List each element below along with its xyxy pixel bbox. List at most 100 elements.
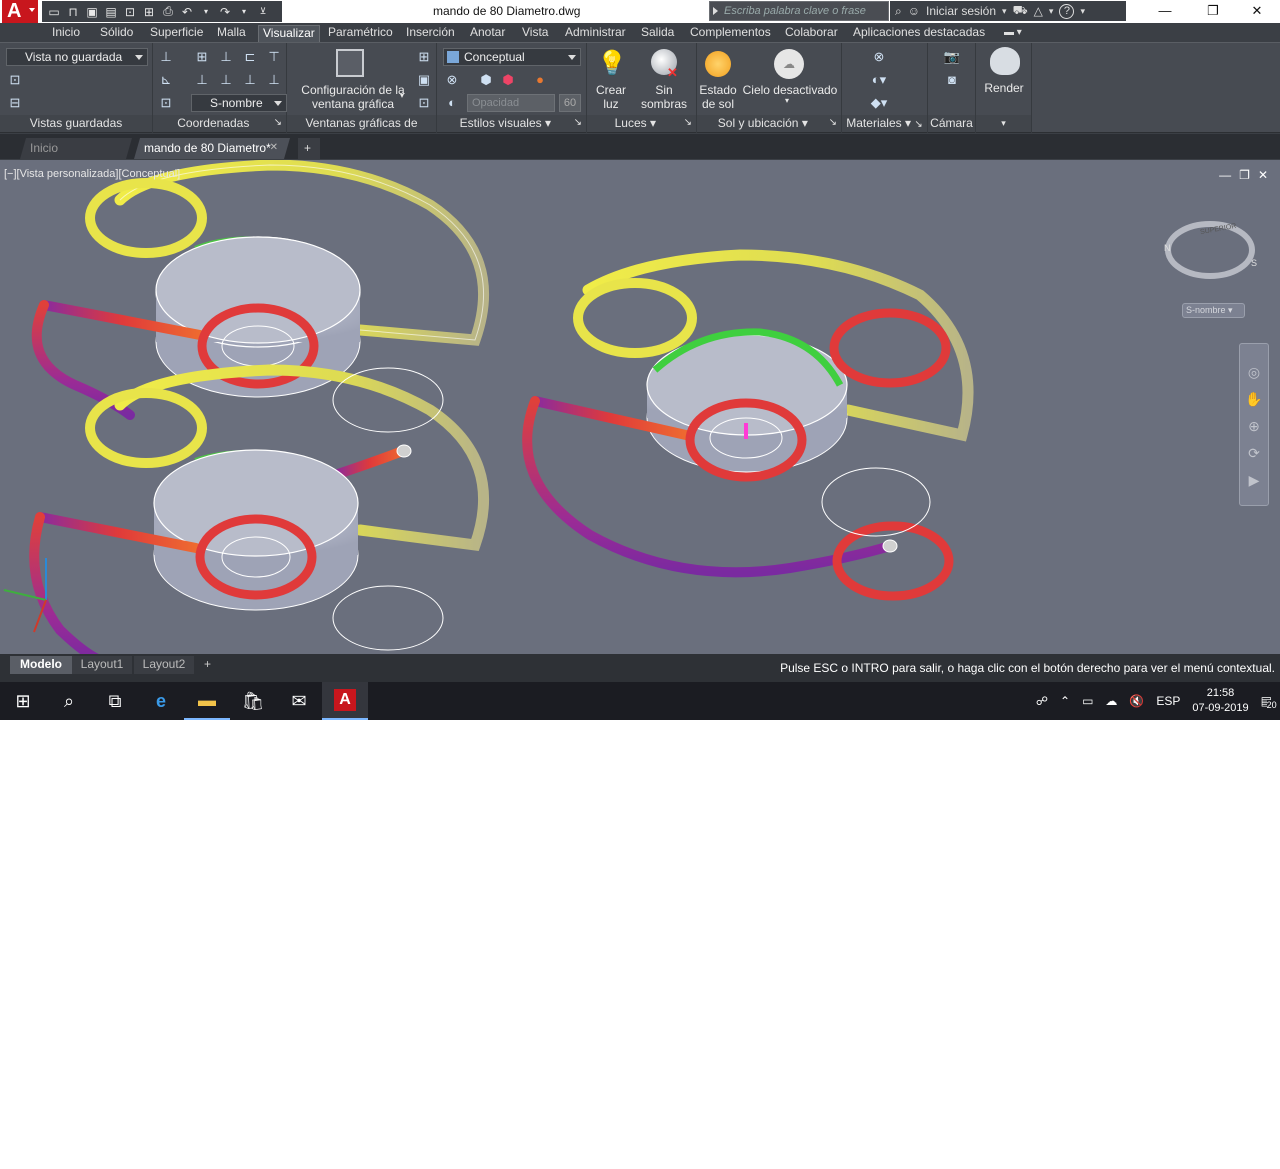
tab-salida[interactable]: Salida <box>637 25 678 42</box>
ucs-3point-icon[interactable]: ⊥ <box>241 72 259 88</box>
named-viewports-icon[interactable]: ⊞ <box>415 49 433 65</box>
zoom-icon[interactable]: ⊕ <box>1248 418 1260 435</box>
orbit-icon[interactable]: ⟳ <box>1248 445 1260 462</box>
autocad-taskbar-icon[interactable]: A <box>322 682 368 720</box>
color-style-icon[interactable]: ⬢ <box>499 72 517 88</box>
tab-insercion[interactable]: Inserción <box>402 25 459 42</box>
plot-icon[interactable]: ⎙ <box>160 4 176 20</box>
tab-parametrico[interactable]: Paramétrico <box>324 25 397 42</box>
tab-inicio[interactable]: Inicio <box>48 25 84 42</box>
binoculars-icon[interactable]: ⌕ <box>895 4 902 19</box>
pan-hand-icon[interactable]: ✋ <box>1245 391 1262 408</box>
dialog-launcher-icon[interactable]: ↘ <box>274 115 286 131</box>
ucs-x-icon[interactable]: ⊥ <box>265 72 283 88</box>
onedrive-icon[interactable]: ☁ <box>1105 694 1117 708</box>
save-web-icon[interactable]: ⊞ <box>141 4 157 20</box>
part-right[interactable] <box>522 249 974 601</box>
tab-modelo[interactable]: Modelo <box>10 656 72 674</box>
views-dropdown[interactable]: Vista no guardada <box>6 48 148 66</box>
search-input[interactable]: Escriba palabra clave o frase <box>709 1 889 21</box>
undo-dropdown-icon[interactable]: ▾ <box>198 4 214 20</box>
view-manager-icon[interactable]: ⊡ <box>6 72 24 88</box>
opacity-field[interactable]: Opacidad <box>467 94 555 112</box>
clock[interactable]: 21:58 07-09-2019 <box>1192 686 1248 716</box>
tab-solido[interactable]: Sólido <box>96 25 137 42</box>
tab-layout2[interactable]: Layout2 <box>134 656 194 674</box>
tab-complementos[interactable]: Complementos <box>686 25 775 42</box>
redo-dropdown-icon[interactable]: ▾ <box>236 4 252 20</box>
chevron-down-icon[interactable]: ▾ <box>400 91 404 100</box>
undo-icon[interactable]: ↶ <box>179 4 195 20</box>
close-viewport-icon[interactable]: ✕ <box>1258 168 1268 182</box>
open-folder-icon[interactable]: ⊓ <box>65 4 81 20</box>
ucs-view-icon[interactable]: ⊾ <box>157 72 175 88</box>
ucs-world-icon[interactable]: ⊞ <box>193 49 211 65</box>
render-button[interactable]: Render <box>976 81 1032 95</box>
chevron-down-icon[interactable]: ▾ <box>785 96 789 105</box>
minimize-viewport-icon[interactable]: — <box>1219 168 1231 182</box>
mail-icon[interactable]: ✉ <box>276 682 322 720</box>
close-window-button[interactable]: ✕ <box>1234 0 1280 23</box>
render-teapot-icon[interactable] <box>990 47 1020 75</box>
signin-button[interactable]: Iniciar sesión <box>926 4 996 18</box>
ucs-icon-properties[interactable]: ⊡ <box>157 95 175 111</box>
ucs-face-icon[interactable]: ⊏ <box>241 49 259 65</box>
sky-icon[interactable]: ☁ <box>774 49 804 79</box>
file-tab-current[interactable]: mando de 80 Diametro* ✕ <box>134 138 290 159</box>
dialog-launcher-icon[interactable]: ↘ <box>829 115 841 131</box>
dialog-launcher-icon[interactable]: ↘ <box>684 115 696 131</box>
edge-browser-icon[interactable]: e <box>138 682 184 720</box>
opacity-value[interactable]: 60 <box>559 94 581 112</box>
material-mapping-icon[interactable]: ◐▾ <box>870 72 888 88</box>
named-views-icon[interactable]: ⊟ <box>6 95 24 111</box>
tab-visualizar[interactable]: Visualizar <box>258 25 320 42</box>
tab-superficie[interactable]: Superficie <box>146 25 207 42</box>
part-left-upper[interactable] <box>31 160 490 420</box>
battery-icon[interactable]: ▭ <box>1082 694 1093 708</box>
task-view-icon[interactable]: ⧉ <box>92 682 138 720</box>
language-indicator[interactable]: ESP <box>1156 694 1180 708</box>
help-button[interactable]: ? <box>1059 3 1075 19</box>
expand-arrow-icon[interactable] <box>713 7 718 15</box>
sky-off-button[interactable]: Cielo desactivado <box>741 83 839 97</box>
volume-muted-icon[interactable]: 🔇 <box>1129 694 1144 708</box>
dialog-launcher-icon[interactable]: ↘ <box>574 115 586 131</box>
customize-qat-icon[interactable]: ⊻ <box>255 4 271 20</box>
viewport-controls-label[interactable]: [−][Vista personalizada][Conceptual] <box>4 168 180 180</box>
create-camera-icon[interactable]: 📷 <box>943 49 961 65</box>
restore-button[interactable]: ❐ <box>1190 0 1236 23</box>
cart-icon[interactable]: ⛟ <box>1013 3 1028 19</box>
dialog-launcher-icon[interactable]: ↘ <box>914 119 922 130</box>
application-menu-button[interactable]: A <box>2 0 38 23</box>
viewport-config-button[interactable]: Configuración de la ventana gráfica <box>293 83 413 111</box>
show-hidden-icons[interactable]: ⌃ <box>1060 694 1070 708</box>
ribbon-options-icon[interactable]: ▬ ▾ <box>1000 25 1026 42</box>
drawing-viewport[interactable]: [−][Vista personalizada][Conceptual] — ❐… <box>0 160 1280 654</box>
start-button[interactable]: ⊞ <box>0 682 46 720</box>
material-attach-icon[interactable]: ◆▾ <box>870 95 888 111</box>
restore-viewport-icon[interactable]: ❐ <box>1239 168 1250 182</box>
a360-icon[interactable]: △ <box>1034 4 1043 18</box>
join-viewports-icon[interactable]: ▣ <box>415 72 433 88</box>
file-tab-inicio[interactable]: Inicio <box>20 138 132 159</box>
redo-icon[interactable]: ↷ <box>217 4 233 20</box>
new-tab-button[interactable]: + <box>298 138 320 159</box>
close-icon[interactable]: ✕ <box>270 138 278 158</box>
search-icon[interactable]: ⌕ <box>46 682 92 720</box>
show-cameras-icon[interactable]: ◙ <box>943 72 961 88</box>
shading-icon[interactable]: ● <box>531 72 549 88</box>
ucs-previous-icon[interactable]: ⊥ <box>217 49 235 65</box>
face-style-icon[interactable]: ⬢ <box>477 72 495 88</box>
tab-vista[interactable]: Vista <box>518 25 552 42</box>
edge-effects-icon[interactable]: ⊗ <box>443 72 461 88</box>
minimize-button[interactable]: — <box>1142 0 1188 23</box>
add-layout-button[interactable]: + <box>198 656 217 674</box>
tab-aplicaciones-destacadas[interactable]: Aplicaciones destacadas <box>849 25 989 42</box>
panel-expand[interactable]: ▾ <box>976 115 1031 132</box>
ucs-zaxis-icon[interactable]: ⊥ <box>217 72 235 88</box>
people-icon[interactable]: ☍ <box>1036 694 1048 708</box>
new-file-icon[interactable]: ▭ <box>46 4 62 20</box>
ucs-object-icon[interactable]: ⊤ <box>265 49 283 65</box>
sun-status-button[interactable]: Estado de sol <box>697 83 739 111</box>
a360-dropdown-icon[interactable]: ▾ <box>1049 6 1054 17</box>
